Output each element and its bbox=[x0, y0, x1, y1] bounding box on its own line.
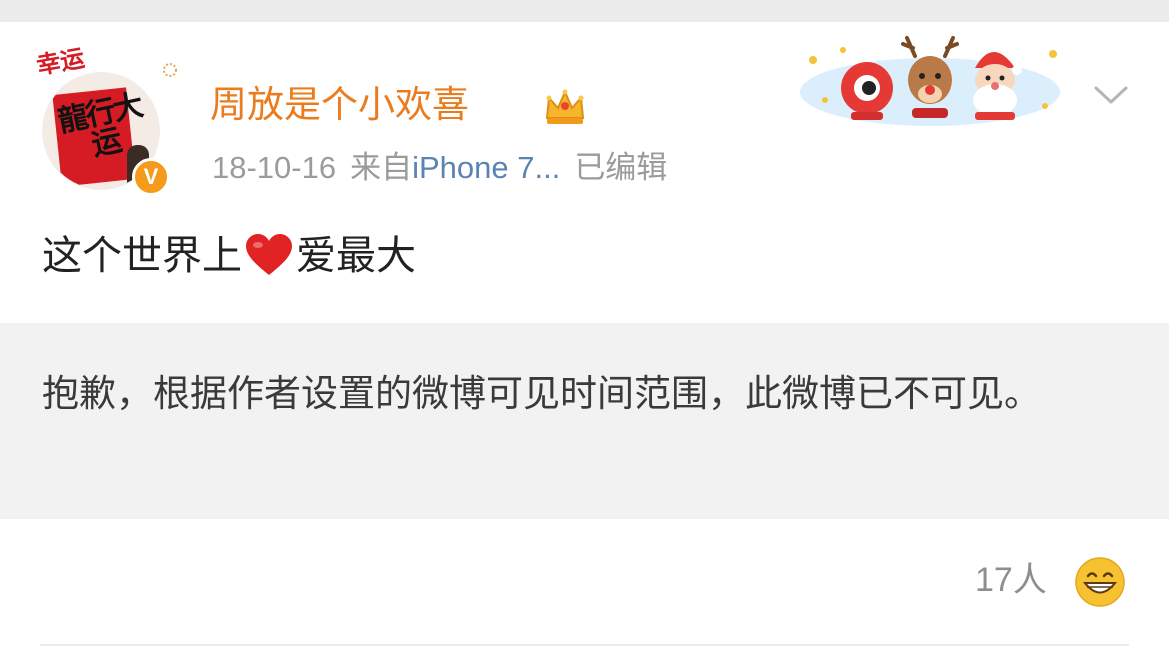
notice-text: 抱歉，根据作者设置的微博可见时间范围，此微博已不可见。 bbox=[42, 372, 1041, 415]
christmas-decoration-icon bbox=[800, 36, 1060, 126]
verified-badge: V bbox=[132, 158, 170, 196]
top-separator bbox=[0, 0, 1169, 22]
divider bbox=[40, 644, 1129, 646]
post-text-before: 这个世界上 bbox=[42, 233, 242, 279]
avatar-top-text: 幸运 bbox=[34, 43, 87, 80]
post-content: 这个世界上 爱最大 bbox=[42, 225, 416, 287]
visibility-notice: 抱歉，根据作者设置的微博可见时间范围，此微博已不可见。 bbox=[0, 323, 1169, 519]
edited-label: 已编辑 bbox=[574, 150, 668, 185]
grinning-face-icon[interactable] bbox=[1074, 556, 1126, 608]
heart-icon bbox=[246, 234, 292, 275]
post-meta: 18-10-16 来自iPhone 7... 已编辑 bbox=[212, 146, 681, 190]
crown-icon[interactable] bbox=[543, 88, 587, 128]
post-date: 18-10-16 bbox=[212, 150, 337, 185]
post-text-after: 爱最大 bbox=[296, 233, 416, 279]
avatar[interactable]: 龍行大运 幸运 V bbox=[34, 43, 177, 196]
chevron-down-icon[interactable] bbox=[1092, 82, 1130, 108]
username[interactable]: 周放是个小欢喜 bbox=[210, 80, 469, 130]
reaction-count[interactable]: 17人 bbox=[975, 557, 1047, 603]
source-prefix: 来自 bbox=[350, 150, 413, 185]
source-device-link[interactable]: iPhone 7... bbox=[412, 150, 560, 185]
sparkle-icon bbox=[163, 63, 177, 77]
